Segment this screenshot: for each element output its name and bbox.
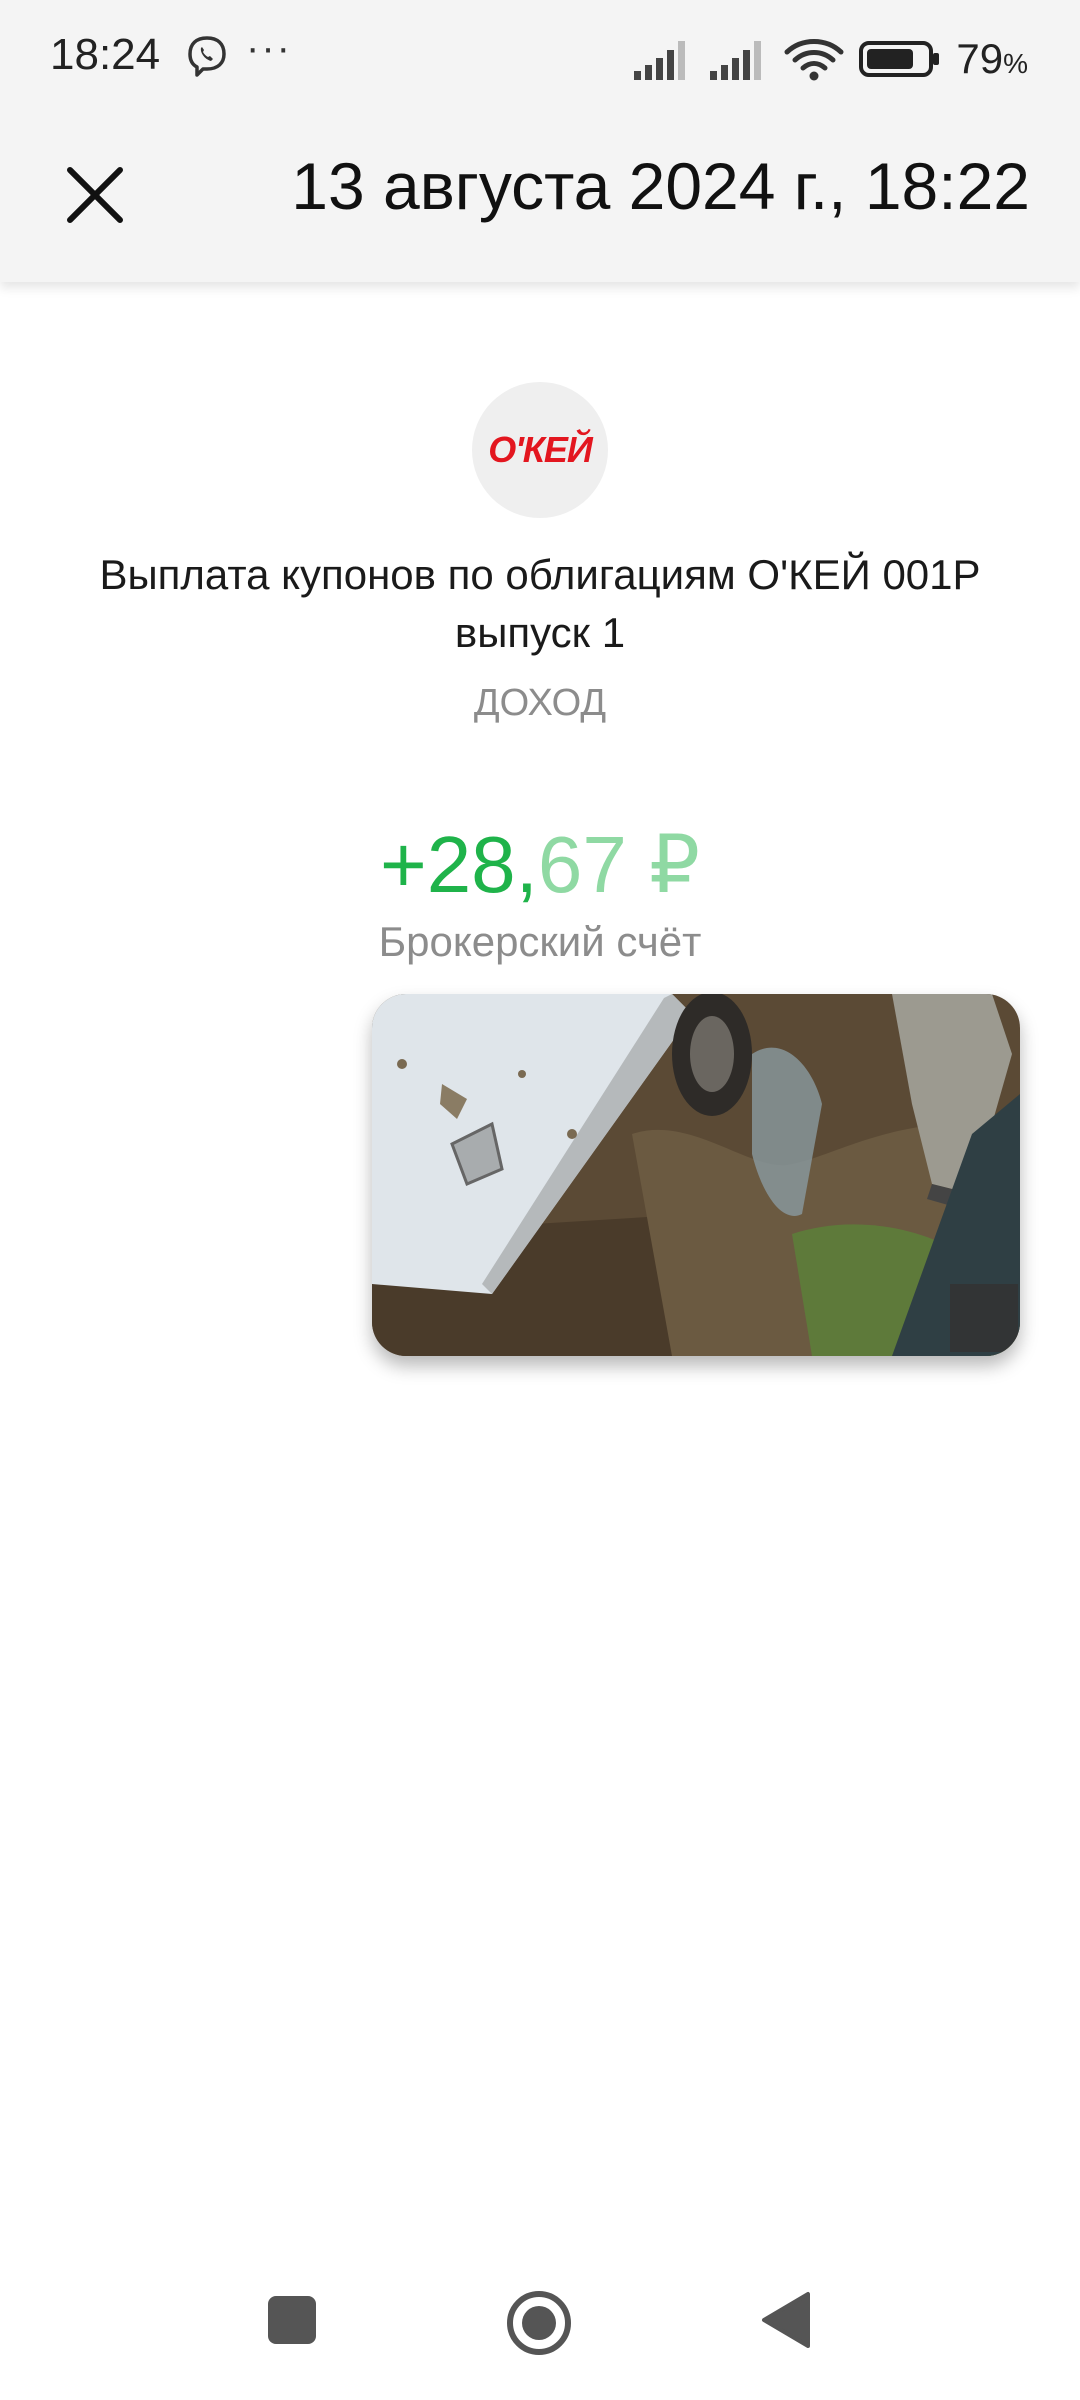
operation-type: ДОХОД xyxy=(473,682,607,724)
video-frame xyxy=(372,994,1020,1356)
signal-icon xyxy=(634,41,686,80)
signal-icon-2 xyxy=(710,41,762,80)
status-indicators: 79% xyxy=(632,34,1028,84)
merchant-logo: О'КЕЙ xyxy=(472,382,608,518)
merchant-logo-text: О'КЕЙ xyxy=(488,429,593,470)
home-button[interactable] xyxy=(504,2288,574,2358)
close-icon[interactable] xyxy=(60,160,130,230)
video-overlay[interactable] xyxy=(372,994,1020,1356)
navigation-bar xyxy=(0,2260,1080,2380)
battery-percent: 79% xyxy=(956,35,1028,82)
more-notifications-icon: ··· xyxy=(246,26,292,70)
amount-fraction: 67 ₽ xyxy=(537,820,701,909)
account-name: Брокерский счёт xyxy=(378,918,702,965)
amount-main: +28, xyxy=(379,820,538,909)
status-bar: 18:24 ··· 79% xyxy=(0,0,1080,120)
back-button[interactable] xyxy=(758,2290,814,2350)
top-bar: 18:24 ··· 79% 13 августа 2024 г., 18:22 xyxy=(0,0,1080,282)
screen: 18:24 ··· 79% 13 августа 2024 г., 18:22 … xyxy=(0,0,1080,2400)
wifi-icon xyxy=(784,39,844,81)
battery-icon xyxy=(859,41,940,77)
viber-icon xyxy=(188,36,226,77)
recent-apps-button[interactable] xyxy=(266,2294,318,2346)
operation-amount: +28,67 ₽ xyxy=(0,818,1080,911)
operation-title: Выплата купонов по облигациям О'КЕЙ 001Р… xyxy=(99,551,981,656)
page-title: 13 августа 2024 г., 18:22 xyxy=(291,149,1030,223)
status-time: 18:24 xyxy=(50,30,161,79)
